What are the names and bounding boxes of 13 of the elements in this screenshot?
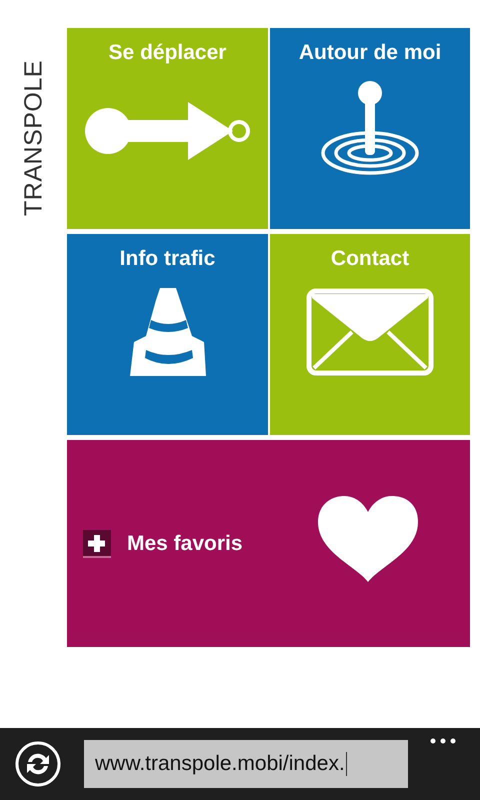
location-pin-icon: [320, 80, 420, 176]
refresh-icon: [14, 740, 62, 788]
envelope-icon: [306, 288, 434, 376]
heart-icon: [316, 494, 420, 584]
menu-tile[interactable]: Info trafic: [67, 234, 268, 435]
menu-tile[interactable]: Autour de moi: [270, 28, 470, 229]
address-field[interactable]: www.transpole.mobi/index.: [84, 740, 408, 788]
logo-text: TRANSPOLE: [20, 60, 48, 216]
more-icon[interactable]: [430, 738, 456, 744]
route-arrow-icon: [82, 100, 252, 162]
favorites-tile[interactable]: Mes favoris: [67, 440, 470, 647]
plus-icon: [83, 530, 111, 558]
refresh-button[interactable]: [14, 740, 62, 788]
